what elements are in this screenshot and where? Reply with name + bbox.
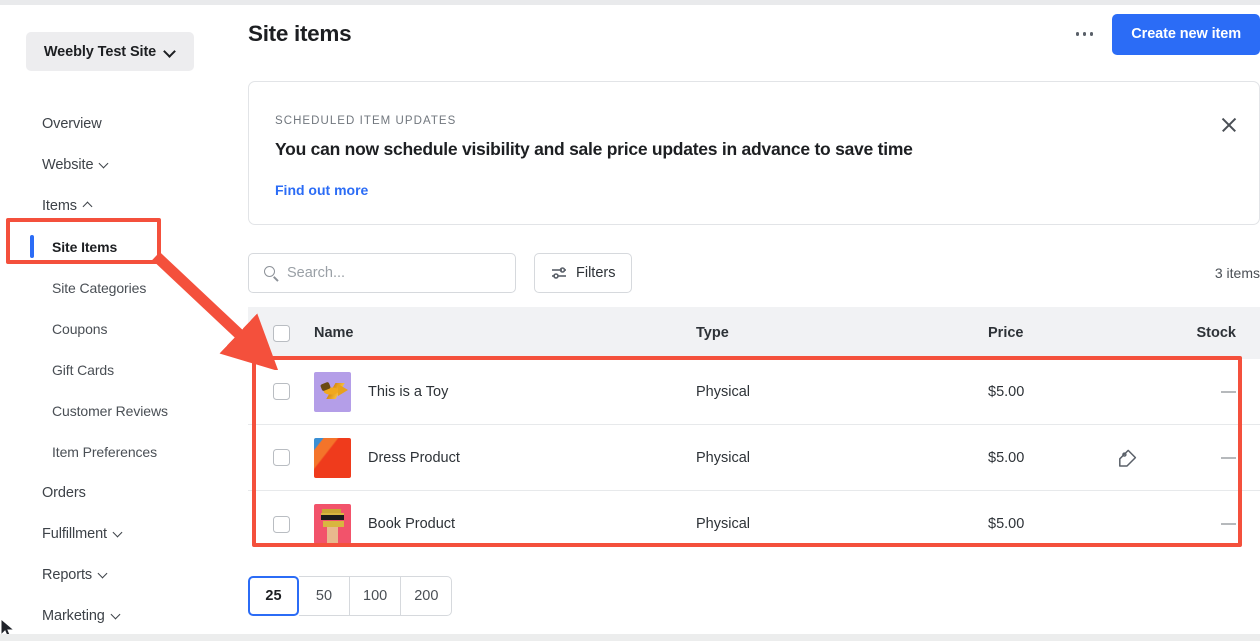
item-name: Dress Product bbox=[368, 450, 460, 466]
header-actions: Create new item bbox=[1070, 14, 1260, 55]
row-checkbox[interactable] bbox=[273, 383, 290, 400]
search-icon bbox=[264, 266, 275, 277]
sidebar-item-label: Site Categories bbox=[52, 280, 146, 296]
chevron-down-icon bbox=[165, 46, 176, 57]
row-select-cell bbox=[248, 516, 314, 533]
item-name: Book Product bbox=[368, 516, 455, 532]
row-checkbox[interactable] bbox=[273, 449, 290, 466]
sidebar-item-website[interactable]: Website bbox=[0, 144, 232, 185]
item-name-cell: Book Product bbox=[314, 504, 696, 544]
item-stock-cell: — bbox=[1221, 383, 1260, 401]
site-switcher-label: Weebly Test Site bbox=[44, 44, 156, 60]
find-out-more-link[interactable]: Find out more bbox=[275, 182, 368, 198]
page-header: Site items Create new item bbox=[248, 5, 1260, 63]
list-toolbar: Filters 3 items bbox=[248, 252, 1260, 293]
sidebar-item-label: Site Items bbox=[52, 239, 117, 255]
filters-button[interactable]: Filters bbox=[534, 253, 632, 293]
filters-label: Filters bbox=[576, 265, 615, 281]
sidebar-item-coupons[interactable]: Coupons bbox=[0, 308, 232, 349]
sidebar: Weebly Test Site Overview Website Items … bbox=[0, 5, 232, 634]
sidebar-nav: Overview Website Items Site Items Site C… bbox=[0, 103, 232, 636]
column-header-price[interactable]: Price bbox=[988, 325, 1197, 341]
chevron-down-icon bbox=[99, 569, 110, 580]
more-options-icon[interactable] bbox=[1070, 24, 1100, 44]
column-header-type[interactable]: Type bbox=[696, 324, 988, 342]
chevron-down-icon bbox=[114, 528, 125, 539]
close-icon[interactable] bbox=[1216, 112, 1242, 138]
chevron-down-icon bbox=[112, 610, 123, 621]
sidebar-item-label: Marketing bbox=[42, 608, 105, 624]
toy-thumbnail bbox=[314, 372, 351, 412]
table-row[interactable]: Book Product Physical $5.00 — bbox=[248, 491, 1260, 557]
chevron-down-icon bbox=[100, 159, 111, 170]
active-indicator-bar bbox=[30, 235, 34, 258]
item-price-cell: $5.00 bbox=[988, 384, 1221, 400]
scheduled-updates-banner: SCHEDULED ITEM UPDATES You can now sched… bbox=[248, 81, 1260, 225]
select-all-checkbox[interactable] bbox=[273, 325, 290, 342]
sidebar-item-label: Coupons bbox=[52, 321, 107, 337]
dress-thumbnail bbox=[314, 438, 351, 478]
item-name-cell: Dress Product bbox=[314, 438, 696, 478]
sidebar-item-reports[interactable]: Reports bbox=[0, 554, 232, 595]
column-header-stock[interactable]: Stock bbox=[1197, 324, 1260, 342]
page-size-selector: 25 50 100 200 bbox=[248, 576, 452, 616]
select-all-cell bbox=[248, 325, 314, 342]
sidebar-item-label: Items bbox=[42, 198, 77, 214]
sale-tag-icon bbox=[1118, 448, 1138, 468]
item-count-label: 3 items bbox=[1215, 265, 1260, 281]
row-checkbox[interactable] bbox=[273, 516, 290, 533]
search-input[interactable] bbox=[287, 265, 497, 281]
sidebar-item-label: Website bbox=[42, 157, 93, 173]
sidebar-item-item-preferences[interactable]: Item Preferences bbox=[0, 431, 232, 472]
item-name: This is a Toy bbox=[368, 384, 448, 400]
sidebar-item-site-categories[interactable]: Site Categories bbox=[0, 267, 232, 308]
sidebar-item-label: Overview bbox=[42, 116, 102, 132]
page-size-200[interactable]: 200 bbox=[401, 576, 452, 616]
table-row[interactable]: This is a Toy Physical $5.00 — bbox=[248, 359, 1260, 425]
item-stock-cell: — bbox=[1221, 515, 1260, 533]
window-chrome-bottom bbox=[0, 634, 1260, 641]
item-type-cell: Physical bbox=[696, 449, 988, 467]
sidebar-item-label: Gift Cards bbox=[52, 362, 114, 378]
row-select-cell bbox=[248, 449, 314, 466]
banner-eyebrow: SCHEDULED ITEM UPDATES bbox=[275, 115, 456, 127]
item-stock-cell: — bbox=[1221, 449, 1260, 467]
item-type-cell: Physical bbox=[696, 383, 988, 401]
sidebar-item-label: Orders bbox=[42, 485, 86, 501]
sidebar-item-orders[interactable]: Orders bbox=[0, 472, 232, 513]
main-content: Site items Create new item SCHEDULED ITE… bbox=[232, 5, 1260, 634]
banner-headline: You can now schedule visibility and sale… bbox=[275, 139, 913, 160]
column-header-name[interactable]: Name bbox=[314, 325, 696, 341]
item-price-cell: $5.00 bbox=[988, 448, 1221, 468]
site-switcher-button[interactable]: Weebly Test Site bbox=[26, 32, 194, 71]
book-thumbnail bbox=[314, 504, 351, 544]
filters-icon bbox=[551, 265, 567, 281]
page-size-50[interactable]: 50 bbox=[299, 576, 350, 616]
table-row[interactable]: Dress Product Physical $5.00 — bbox=[248, 425, 1260, 491]
page-title: Site items bbox=[248, 21, 351, 47]
app-root: Weebly Test Site Overview Website Items … bbox=[0, 0, 1260, 641]
sidebar-item-marketing[interactable]: Marketing bbox=[0, 595, 232, 636]
sidebar-item-label: Customer Reviews bbox=[52, 403, 168, 419]
sidebar-item-gift-cards[interactable]: Gift Cards bbox=[0, 349, 232, 390]
sidebar-item-customer-reviews[interactable]: Customer Reviews bbox=[0, 390, 232, 431]
sidebar-item-label: Reports bbox=[42, 567, 92, 583]
sidebar-item-label: Item Preferences bbox=[52, 444, 157, 460]
item-type-cell: Physical bbox=[696, 515, 988, 533]
sidebar-item-fulfillment[interactable]: Fulfillment bbox=[0, 513, 232, 554]
sidebar-item-items[interactable]: Items bbox=[0, 185, 232, 226]
items-table: Name Type Price Stock This bbox=[248, 307, 1260, 557]
page-size-100[interactable]: 100 bbox=[350, 576, 401, 616]
search-box[interactable] bbox=[248, 253, 516, 293]
item-name-cell: This is a Toy bbox=[314, 372, 696, 412]
page-size-25[interactable]: 25 bbox=[248, 576, 299, 616]
row-select-cell bbox=[248, 383, 314, 400]
sidebar-item-label: Fulfillment bbox=[42, 526, 107, 542]
sidebar-item-overview[interactable]: Overview bbox=[0, 103, 232, 144]
sidebar-item-site-items[interactable]: Site Items bbox=[0, 226, 232, 267]
create-new-item-button[interactable]: Create new item bbox=[1112, 14, 1260, 55]
chevron-up-icon bbox=[84, 200, 95, 211]
table-header-row: Name Type Price Stock bbox=[248, 307, 1260, 359]
item-price-cell: $5.00 bbox=[988, 516, 1221, 532]
